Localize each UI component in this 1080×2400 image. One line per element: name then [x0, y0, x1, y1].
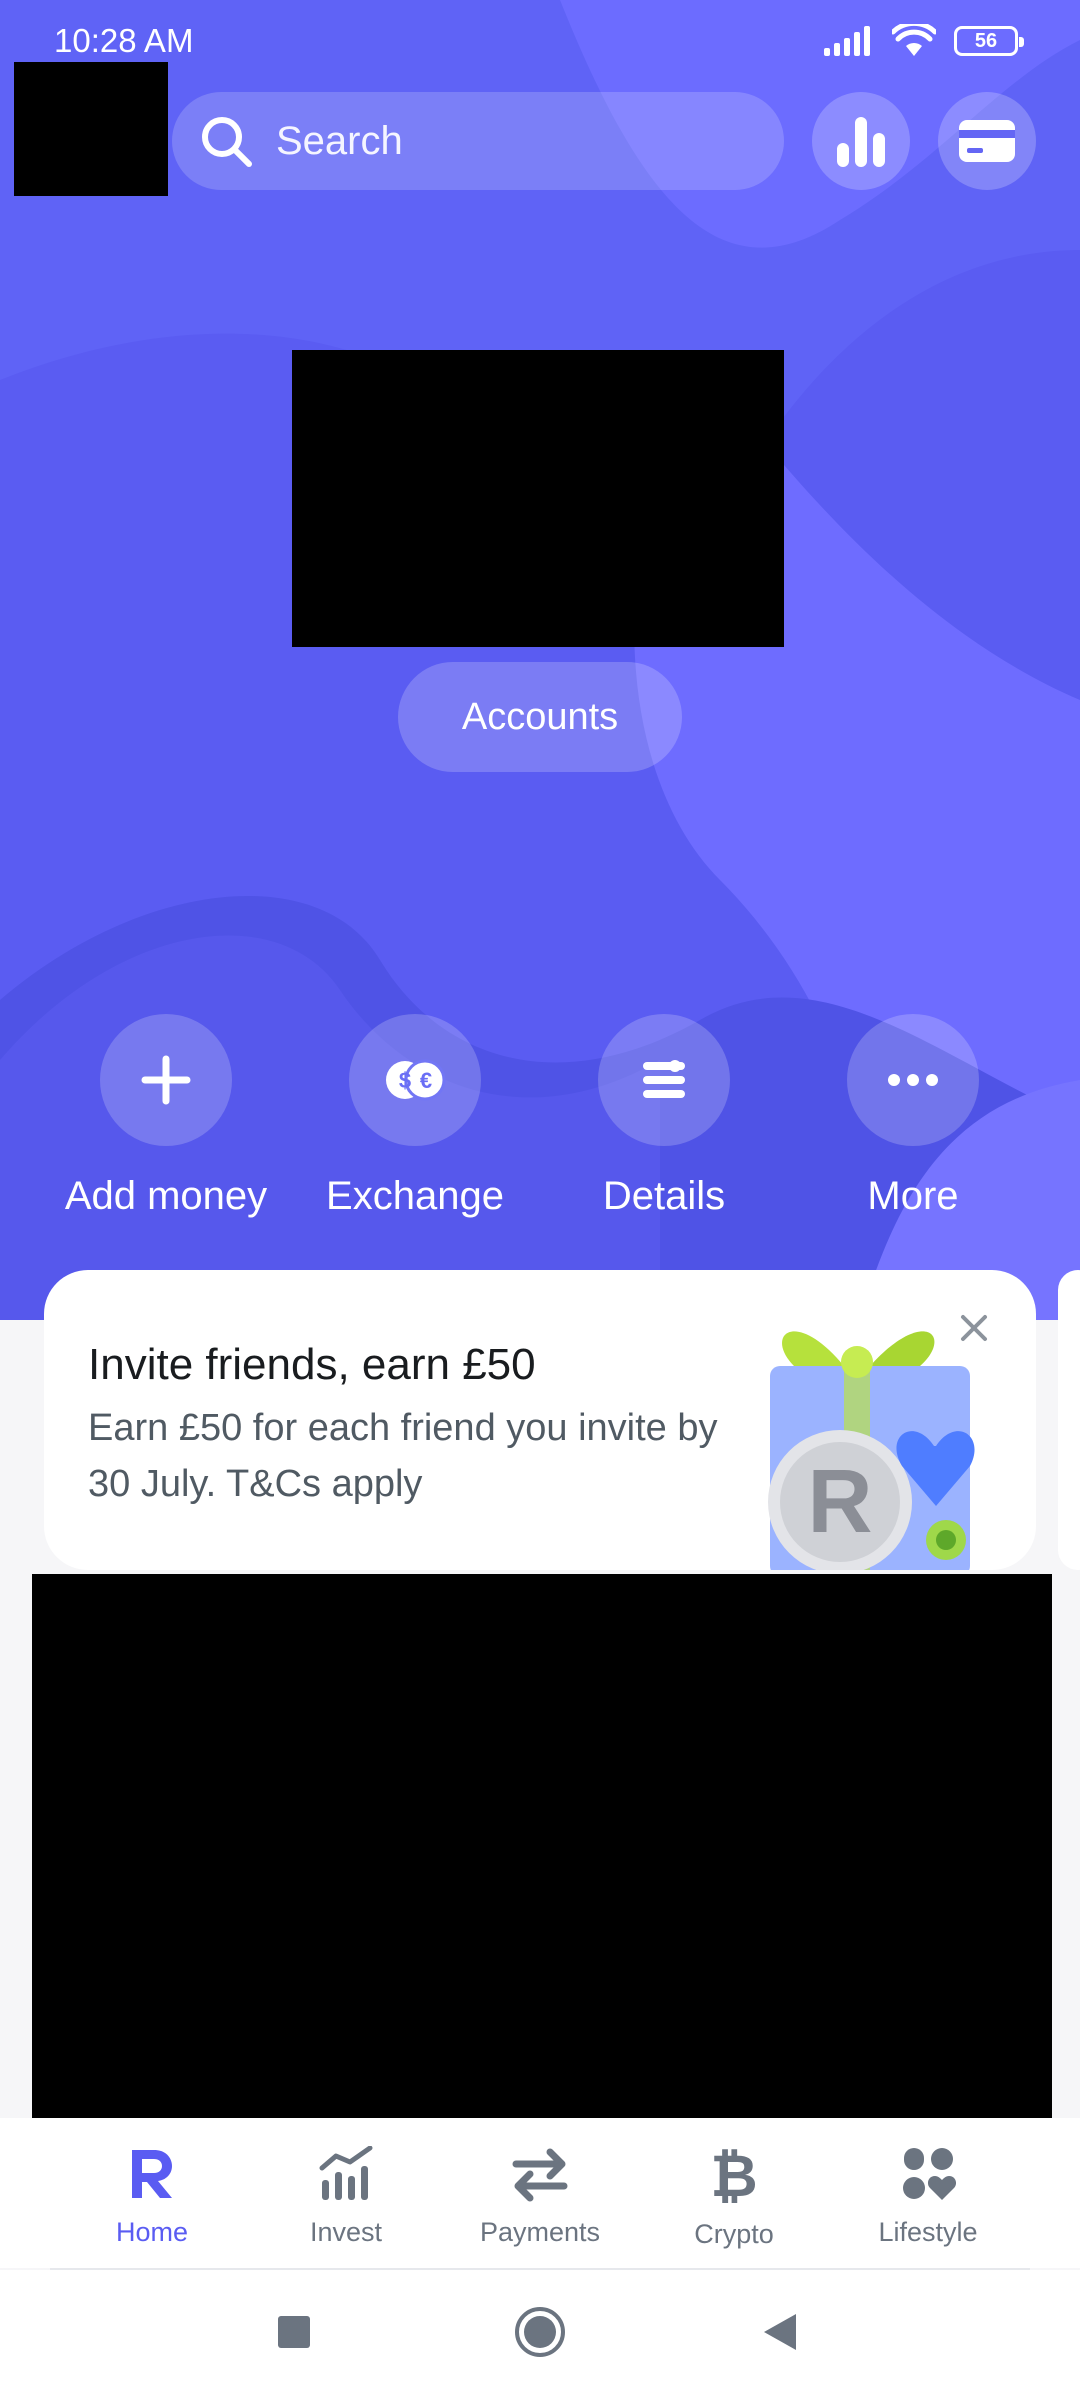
details-icon [643, 1060, 685, 1098]
nav-home-label: Home [115, 2217, 189, 2247]
bar-chart-icon [837, 117, 885, 167]
nav-invest[interactable]: Invest [246, 2145, 446, 2248]
svg-text:$: $ [399, 1068, 411, 1093]
close-icon [961, 1315, 987, 1341]
balance-redacted [292, 350, 784, 647]
search-placeholder: Search [276, 118, 403, 163]
add-money-button[interactable] [100, 1014, 232, 1146]
more-label: More [867, 1174, 959, 1218]
next-promo-card-peek[interactable] [1058, 1270, 1080, 1570]
status-icons: 56 [824, 24, 1024, 58]
nav-crypto-label: Crypto [694, 2219, 774, 2249]
avatar[interactable] [14, 62, 168, 196]
bottom-nav: Home Invest Payments ₿ Crypto Lifestyle [0, 2118, 1080, 2268]
details-button[interactable] [598, 1014, 730, 1146]
wifi-icon [892, 24, 936, 56]
invest-chart-icon [319, 2145, 373, 2200]
more-icon [888, 1074, 938, 1086]
details-label: Details [602, 1174, 726, 1218]
add-money-label: Add money [64, 1174, 268, 1218]
nav-lifestyle[interactable]: Lifestyle [828, 2146, 1028, 2248]
promo-title: Invite friends, earn £50 [88, 1340, 536, 1389]
nav-crypto[interactable]: ₿ Crypto [634, 2142, 834, 2250]
recent-apps-icon[interactable] [276, 2314, 312, 2350]
details-action[interactable]: Details [544, 1014, 784, 1219]
more-button[interactable] [847, 1014, 979, 1146]
exchange-button[interactable]: $ € [349, 1014, 481, 1146]
nav-payments[interactable]: Payments [440, 2146, 640, 2248]
analytics-button[interactable] [812, 92, 910, 190]
back-icon[interactable] [762, 2312, 798, 2352]
battery-level: 56 [974, 29, 998, 52]
nav-invest-label: Invest [309, 2217, 383, 2247]
nav-payments-label: Payments [479, 2217, 601, 2247]
exchange-icon: $ € [386, 1059, 446, 1101]
svg-text:₿: ₿ [712, 2146, 756, 2204]
cards-button[interactable] [938, 92, 1036, 190]
revolut-r-icon [132, 2150, 172, 2198]
promo-description: Earn £50 for each friend you invite by 3… [88, 1407, 718, 1505]
promo-card[interactable]: Invite friends, earn £50 Earn £50 for ea… [44, 1270, 1036, 1570]
battery-icon: 56 [954, 26, 1024, 56]
more-action[interactable]: More [793, 1014, 1033, 1219]
system-nav-bar [0, 2270, 1080, 2400]
promo-close-button[interactable] [952, 1306, 996, 1350]
exchange-label: Exchange [326, 1174, 504, 1218]
add-money-action[interactable]: Add money [46, 1014, 286, 1219]
status-time: 10:28 AM [54, 22, 194, 59]
nav-home[interactable]: Home [52, 2146, 252, 2248]
nav-lifestyle-label: Lifestyle [878, 2217, 978, 2247]
svg-text:R: R [808, 1452, 873, 1552]
accounts-label: Accounts [461, 695, 619, 738]
transactions-redacted [32, 1574, 1052, 2118]
signal-icon [824, 26, 870, 56]
plus-icon [141, 1055, 191, 1105]
accounts-button[interactable]: Accounts [398, 662, 682, 772]
lifestyle-icon [903, 2148, 957, 2200]
search-bar[interactable]: Search [172, 92, 784, 190]
bitcoin-icon: ₿ [710, 2142, 757, 2210]
search-icon [202, 117, 252, 167]
card-icon [959, 120, 1015, 162]
svg-text:€: € [420, 1068, 432, 1093]
exchange-action[interactable]: $ € Exchange [295, 1014, 535, 1219]
gift-box-illustration: R [768, 1331, 975, 1570]
home-button-icon[interactable] [514, 2306, 566, 2358]
transfer-arrows-icon [512, 2148, 568, 2202]
